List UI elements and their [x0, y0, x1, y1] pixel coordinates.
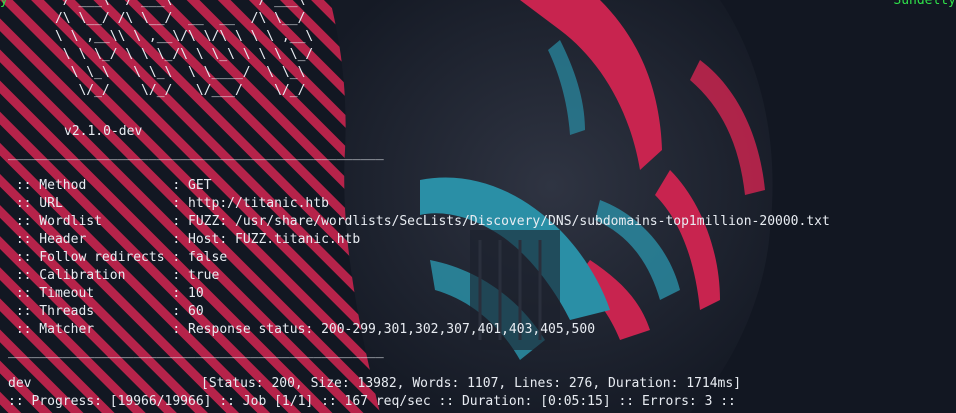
result-row: dev [Status: 200, Size: 13982, Words: 110… [8, 375, 741, 393]
config-value: : 60 [172, 304, 204, 319]
config-row-threads: :: Threads : 60 [8, 303, 204, 321]
config-key: :: Method [8, 178, 173, 193]
config-value: : false [172, 250, 228, 265]
ffuf-ascii-banner: /'___\ /'___\ /'___\ /\ \__/ /\ \__/ __ … [54, 0, 314, 98]
config-value: : GET [172, 178, 212, 193]
config-key: :: Calibration [8, 268, 173, 283]
terminal-window[interactable]: y Sundelty /'___\ /'___\ /'___\ /\ \__/ … [0, 0, 956, 413]
config-value: : Host: FUZZ.titanic.htb [172, 232, 361, 247]
terminal-output: y Sundelty /'___\ /'___\ /'___\ /\ \__/ … [0, 0, 956, 413]
config-key: :: Follow redirects [8, 250, 173, 265]
prompt-fragment-left: y [0, 0, 8, 8]
config-key: :: Matcher [8, 322, 173, 337]
config-key: :: Timeout [8, 286, 173, 301]
config-row-url: :: URL : http://titanic.htb [8, 195, 329, 213]
config-row-wordlist: :: Wordlist : FUZZ: /usr/share/wordlists… [8, 213, 830, 231]
prompt-fragment-right: Sundelty [893, 0, 956, 8]
config-row-timeout: :: Timeout : 10 [8, 285, 204, 303]
separator-top: ________________________________________… [8, 146, 384, 161]
config-value: : http://titanic.htb [172, 196, 329, 211]
config-row-calibration: :: Calibration : true [8, 267, 220, 285]
config-value: : FUZZ: /usr/share/wordlists/SecLists/Di… [172, 214, 830, 229]
config-key: :: Wordlist [8, 214, 173, 229]
config-key: :: Header [8, 232, 173, 247]
version-label: v2.1.0-dev [64, 124, 143, 139]
config-row-method: :: Method : GET [8, 177, 212, 195]
config-key: :: Threads [8, 304, 173, 319]
config-row-follow-redirects: :: Follow redirects : false [8, 249, 227, 267]
config-row-header: :: Header : Host: FUZZ.titanic.htb [8, 231, 360, 249]
config-value: : true [172, 268, 220, 283]
separator-bottom: ________________________________________… [8, 344, 384, 359]
config-value: : Response status: 200-299,301,302,307,4… [172, 322, 596, 337]
config-value: : 10 [172, 286, 204, 301]
result-details: [Status: 200, Size: 13982, Words: 1107, … [201, 376, 742, 391]
result-word: dev [8, 376, 32, 391]
config-row-matcher: :: Matcher : Response status: 200-299,30… [8, 321, 595, 339]
progress-line: :: Progress: [19966/19966] :: Job [1/1] … [8, 394, 736, 409]
config-key: :: URL [8, 196, 173, 211]
